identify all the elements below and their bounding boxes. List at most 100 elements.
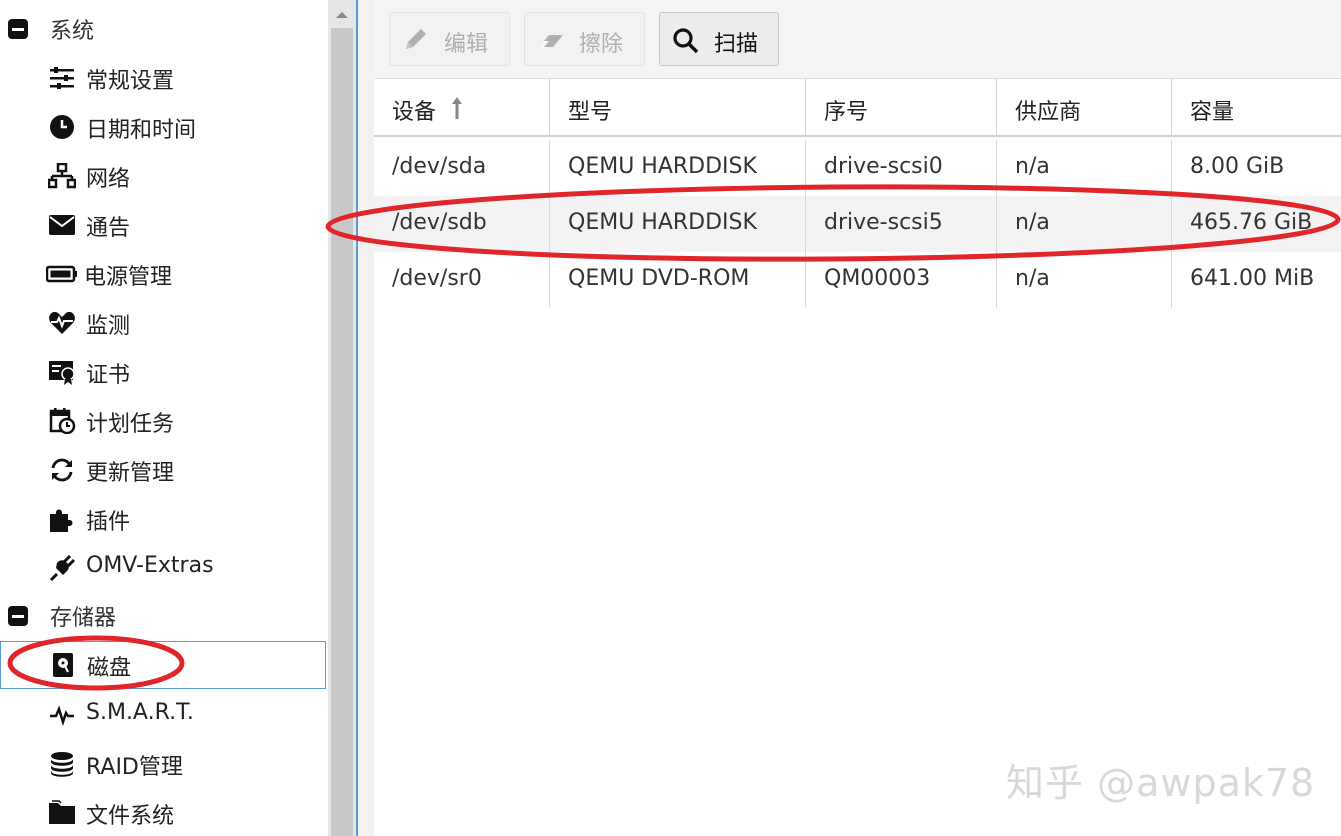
database-icon — [51, 752, 73, 777]
edit-button[interactable]: 编辑 — [389, 12, 510, 66]
cell-text: QM00003 — [824, 266, 931, 291]
sidebar-item-date-time[interactable]: 日期和时间 — [0, 104, 328, 150]
calendar-clock-icon — [49, 408, 76, 434]
cell-text: /dev/sda — [392, 154, 487, 179]
scan-button[interactable]: 扫描 — [659, 12, 779, 66]
cell-text: drive-scsi5 — [824, 210, 943, 235]
sidebar-scrollbar-thumb[interactable] — [331, 28, 353, 836]
clock-icon — [50, 115, 74, 139]
column-header-label: 设备 — [392, 100, 437, 125]
sidebar-item-plugins[interactable]: 插件 — [0, 496, 328, 542]
column-header-serial[interactable]: 序号 — [806, 79, 997, 137]
splitter-gutter[interactable] — [358, 0, 374, 836]
cell-serial: QM00003 — [806, 252, 997, 308]
harddisk-icon — [53, 653, 73, 677]
sidebar-item-label: 监测 — [86, 314, 131, 339]
sidebar-item-label: OMV-Extras — [86, 553, 214, 578]
sidebar-item-label: S.M.A.R.T. — [86, 700, 194, 725]
cell-serial: drive-scsi0 — [806, 140, 997, 196]
cell-vendor: n/a — [997, 140, 1172, 196]
folder-icon — [49, 800, 75, 824]
refresh-icon — [51, 458, 73, 482]
sidebar-item-label: 网络 — [86, 167, 131, 192]
arrow-up-icon — [452, 97, 462, 119]
column-header-device[interactable]: 设备 — [374, 79, 550, 137]
cell-text: QEMU HARDDISK — [568, 154, 757, 179]
group-label: 存储器 — [50, 606, 117, 631]
sidebar-item-raid[interactable]: RAID管理 — [0, 741, 328, 787]
cell-device: /dev/sr0 — [374, 252, 550, 308]
network-icon — [48, 163, 76, 189]
cell-text: 8.00 GiB — [1190, 154, 1285, 179]
column-header-model[interactable]: 型号 — [550, 79, 806, 137]
pulse-icon — [50, 705, 74, 727]
cell-serial: drive-scsi5 — [806, 196, 997, 252]
group-system[interactable]: 系统 — [0, 6, 328, 52]
cell-model: QEMU HARDDISK — [550, 196, 806, 252]
cell-text: 641.00 MiB — [1190, 266, 1315, 291]
column-header-label: 容量 — [1190, 100, 1235, 125]
sidebar-item-network[interactable]: 网络 — [0, 153, 328, 199]
group-label: 系统 — [50, 19, 95, 44]
table-row[interactable]: /dev/sr0 QEMU DVD-ROM QM00003 n/a 641.00… — [374, 252, 1341, 308]
sidebar-item-label: 证书 — [86, 363, 131, 388]
certificate-icon — [49, 361, 75, 385]
edit-label: 编辑 — [444, 32, 489, 57]
sidebar-item-power-management[interactable]: 电源管理 — [0, 251, 328, 297]
table-row[interactable]: /dev/sdb QEMU HARDDISK drive-scsi5 n/a 4… — [374, 196, 1341, 252]
envelope-icon — [49, 215, 75, 235]
plug-icon — [49, 555, 76, 581]
cell-text: QEMU DVD-ROM — [568, 266, 750, 291]
scroll-up-arrow-icon[interactable] — [330, 4, 354, 26]
sidebar-item-update-management[interactable]: 更新管理 — [0, 447, 328, 493]
heartbeat-icon — [49, 311, 75, 334]
minus-square-icon[interactable] — [8, 606, 28, 626]
cell-text: n/a — [1015, 210, 1050, 235]
sidebar-item-label: 文件系统 — [86, 804, 175, 829]
cell-text: 465.76 GiB — [1190, 210, 1313, 235]
cell-device: /dev/sdb — [374, 196, 550, 252]
minus-square-icon[interactable] — [8, 19, 28, 39]
sidebar-item-label: RAID管理 — [86, 755, 183, 780]
column-header-label: 型号 — [568, 100, 613, 125]
cell-capacity: 465.76 GiB — [1172, 196, 1341, 252]
column-header-label: 供应商 — [1015, 100, 1082, 125]
sidebar-item-general-settings[interactable]: 常规设置 — [0, 55, 328, 101]
pencil-icon — [406, 29, 426, 49]
scan-label: 扫描 — [714, 32, 759, 57]
sidebar-item-label: 日期和时间 — [86, 118, 197, 143]
eraser-icon — [539, 35, 563, 47]
cell-device: /dev/sda — [374, 140, 550, 196]
cell-vendor: n/a — [997, 196, 1172, 252]
cell-text: drive-scsi0 — [824, 154, 943, 179]
sidebar-item-scheduled-tasks[interactable]: 计划任务 — [0, 398, 328, 444]
sidebar-item-label: 磁盘 — [87, 656, 132, 681]
cell-vendor: n/a — [997, 252, 1172, 308]
column-header-label: 序号 — [824, 100, 869, 125]
sidebar-item-certificates[interactable]: 证书 — [0, 349, 328, 395]
sidebar-item-monitoring[interactable]: 监测 — [0, 300, 328, 346]
cell-text: /dev/sr0 — [392, 266, 482, 291]
sidebar-item-filesystems[interactable]: 文件系统 — [0, 790, 328, 836]
sidebar-nav: 系统 常规设置 日期和时间 网络 通告 电源管理 监测 证书 计划任务 更新管理… — [0, 0, 328, 836]
cell-text: /dev/sdb — [392, 210, 487, 235]
cell-text: n/a — [1015, 154, 1050, 179]
cell-model: QEMU DVD-ROM — [550, 252, 806, 308]
sidebar-item-label: 插件 — [86, 510, 131, 535]
column-header-vendor[interactable]: 供应商 — [997, 79, 1172, 137]
sidebar-item-label: 常规设置 — [86, 69, 175, 94]
sidebar-item-label: 电源管理 — [84, 265, 173, 290]
cell-capacity: 8.00 GiB — [1172, 140, 1341, 196]
battery-icon — [46, 265, 77, 283]
table-row[interactable]: /dev/sda QEMU HARDDISK drive-scsi0 n/a 8… — [374, 140, 1341, 196]
sliders-icon — [50, 67, 74, 89]
sidebar-item-omv-extras[interactable]: OMV-Extras — [0, 545, 328, 591]
column-header-capacity[interactable]: 容量 — [1172, 79, 1341, 137]
wipe-button[interactable]: 擦除 — [524, 12, 645, 66]
sidebar-item-disks[interactable]: 磁盘 — [0, 641, 326, 689]
group-storage[interactable]: 存储器 — [0, 593, 328, 639]
sidebar-item-smart[interactable]: S.M.A.R.T. — [0, 692, 328, 738]
cell-capacity: 641.00 MiB — [1172, 252, 1341, 308]
sidebar-item-notification[interactable]: 通告 — [0, 202, 328, 248]
toolbar: 编辑 擦除 扫描 — [374, 0, 1341, 79]
